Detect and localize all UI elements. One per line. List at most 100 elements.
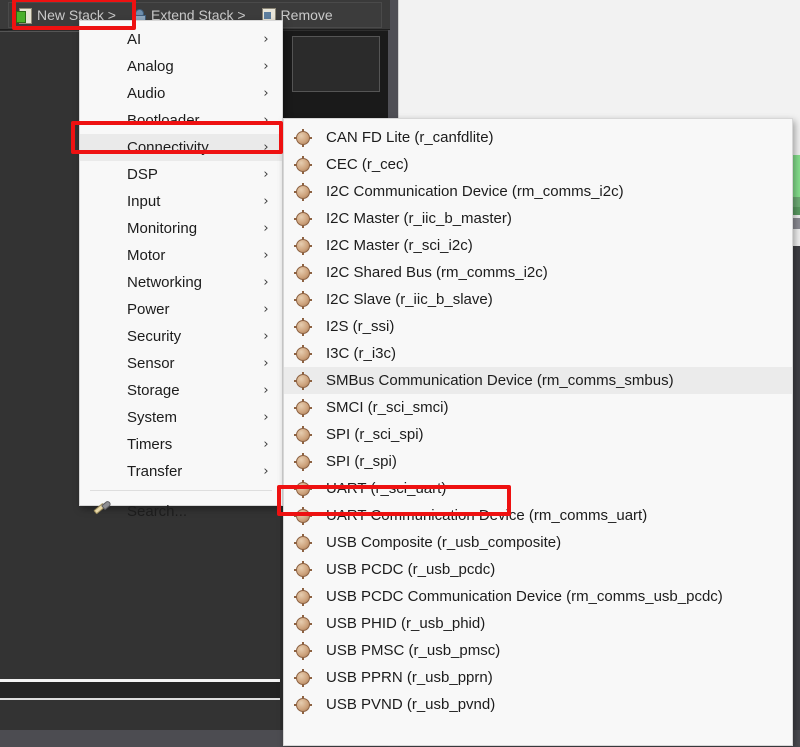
submenu-item-usb-phid-r-usb-phid[interactable]: USB PHID (r_usb_phid) <box>284 610 792 637</box>
submenu-item-label: USB PPRN (r_usb_pprn) <box>326 670 493 685</box>
menu-item-security[interactable]: Security› <box>80 323 282 350</box>
submenu-item-usb-pcdc-r-usb-pcdc[interactable]: USB PCDC (r_usb_pcdc) <box>284 556 792 583</box>
submenu-item-label: USB PVND (r_usb_pvnd) <box>326 697 495 712</box>
submenu-item-i2c-shared-bus-rm-comms-i2c[interactable]: I2C Shared Bus (rm_comms_i2c) <box>284 259 792 286</box>
menu-item-system[interactable]: System› <box>80 404 282 431</box>
menu-item-label: Monitoring <box>80 221 258 236</box>
chevron-right-icon: › <box>258 59 274 74</box>
menu-item-label: AI <box>80 32 258 47</box>
chevron-right-icon: › <box>258 221 274 236</box>
menu-item-dsp[interactable]: DSP› <box>80 161 282 188</box>
menu-item-input[interactable]: Input› <box>80 188 282 215</box>
module-component-icon <box>294 615 312 633</box>
submenu-item-label: USB PCDC Communication Device (rm_comms_… <box>326 589 723 604</box>
submenu-item-can-fd-lite-r-canfdlite[interactable]: CAN FD Lite (r_canfdlite) <box>284 124 792 151</box>
menu-item-label: DSP <box>80 167 258 182</box>
submenu-item-usb-pvnd-r-usb-pvnd[interactable]: USB PVND (r_usb_pvnd) <box>284 691 792 718</box>
menu-item-storage[interactable]: Storage› <box>80 377 282 404</box>
submenu-item-label: SMBus Communication Device (rm_comms_smb… <box>326 373 674 388</box>
stack-node-box[interactable] <box>292 36 380 92</box>
submenu-item-smci-r-sci-smci[interactable]: SMCI (r_sci_smci) <box>284 394 792 421</box>
submenu-item-usb-pcdc-communication-device-rm-comms-usb-pcdc[interactable]: USB PCDC Communication Device (rm_comms_… <box>284 583 792 610</box>
module-component-icon <box>294 561 312 579</box>
module-component-icon <box>294 372 312 390</box>
submenu-item-label: SPI (r_spi) <box>326 454 397 469</box>
module-component-icon <box>294 507 312 525</box>
chevron-right-icon: › <box>258 302 274 317</box>
canvas-band-dark <box>0 682 280 698</box>
menu-item-label: Transfer <box>80 464 258 479</box>
submenu-item-smbus-communication-device-rm-comms-smbus[interactable]: SMBus Communication Device (rm_comms_smb… <box>284 367 792 394</box>
menu-item-label: Connectivity <box>80 140 258 155</box>
menu-item-bootloader[interactable]: Bootloader› <box>80 107 282 134</box>
module-component-icon <box>294 588 312 606</box>
module-component-icon <box>294 129 312 147</box>
new-stack-icon <box>16 7 32 23</box>
submenu-item-label: USB PHID (r_usb_phid) <box>326 616 485 631</box>
submenu-item-i2c-master-r-iic-b-master[interactable]: I2C Master (r_iic_b_master) <box>284 205 792 232</box>
module-component-icon <box>294 642 312 660</box>
module-component-icon <box>294 156 312 174</box>
submenu-item-label: I3C (r_i3c) <box>326 346 396 361</box>
module-component-icon <box>294 210 312 228</box>
chevron-right-icon: › <box>258 410 274 425</box>
category-menu[interactable]: AI›Analog›Audio›Bootloader›Connectivity›… <box>79 20 283 506</box>
chevron-right-icon: › <box>258 86 274 101</box>
menu-item-monitoring[interactable]: Monitoring› <box>80 215 282 242</box>
chevron-right-icon: › <box>258 464 274 479</box>
chevron-right-icon: › <box>258 329 274 344</box>
submenu-item-label: I2C Communication Device (rm_comms_i2c) <box>326 184 624 199</box>
submenu-item-i2s-r-ssi[interactable]: I2S (r_ssi) <box>284 313 792 340</box>
menu-item-analog[interactable]: Analog› <box>80 53 282 80</box>
module-component-icon <box>294 345 312 363</box>
submenu-item-i2c-slave-r-iic-b-slave[interactable]: I2C Slave (r_iic_b_slave) <box>284 286 792 313</box>
menu-item-label: Networking <box>80 275 258 290</box>
module-component-icon <box>294 183 312 201</box>
module-component-icon <box>294 534 312 552</box>
submenu-item-usb-pprn-r-usb-pprn[interactable]: USB PPRN (r_usb_pprn) <box>284 664 792 691</box>
module-component-icon <box>294 453 312 471</box>
chevron-right-icon: › <box>258 167 274 182</box>
submenu-item-usb-pmsc-r-usb-pmsc[interactable]: USB PMSC (r_usb_pmsc) <box>284 637 792 664</box>
menu-item-ai[interactable]: AI› <box>80 26 282 53</box>
screen-root: New Stack > Extend Stack > Remove AI›Ana… <box>0 0 800 747</box>
module-component-icon <box>294 696 312 714</box>
chevron-right-icon: › <box>258 194 274 209</box>
menu-item-label: System <box>80 410 258 425</box>
menu-item-label: Audio <box>80 86 258 101</box>
chevron-right-icon: › <box>258 248 274 263</box>
menu-item-audio[interactable]: Audio› <box>80 80 282 107</box>
menu-item-label: Timers <box>80 437 258 452</box>
menu-item-motor[interactable]: Motor› <box>80 242 282 269</box>
submenu-item-label: I2S (r_ssi) <box>326 319 394 334</box>
submenu-item-label: CEC (r_cec) <box>326 157 409 172</box>
menu-item-networking[interactable]: Networking› <box>80 269 282 296</box>
submenu-item-uart-communication-device-rm-comms-uart[interactable]: UART Communication Device (rm_comms_uart… <box>284 502 792 529</box>
chevron-right-icon: › <box>258 113 274 128</box>
chevron-right-icon: › <box>258 275 274 290</box>
menu-item-sensor[interactable]: Sensor› <box>80 350 282 377</box>
canvas-band-lower <box>0 700 280 730</box>
submenu-item-spi-r-spi[interactable]: SPI (r_spi) <box>284 448 792 475</box>
submenu-item-label: I2C Master (r_sci_i2c) <box>326 238 473 253</box>
menu-item-search[interactable]: Search... <box>80 496 282 526</box>
connectivity-submenu[interactable]: CAN FD Lite (r_canfdlite) CEC (r_cec) I2C … <box>283 118 793 746</box>
submenu-item-uart-r-sci-uart[interactable]: UART (r_sci_uart) <box>284 475 792 502</box>
module-component-icon <box>294 291 312 309</box>
submenu-item-i3c-r-i3c[interactable]: I3C (r_i3c) <box>284 340 792 367</box>
module-component-icon <box>294 264 312 282</box>
submenu-item-label: USB PMSC (r_usb_pmsc) <box>326 643 500 658</box>
submenu-item-i2c-communication-device-rm-comms-i2c[interactable]: I2C Communication Device (rm_comms_i2c) <box>284 178 792 205</box>
submenu-item-usb-composite-r-usb-composite[interactable]: USB Composite (r_usb_composite) <box>284 529 792 556</box>
menu-item-timers[interactable]: Timers› <box>80 431 282 458</box>
menu-item-label: Analog <box>80 59 258 74</box>
remove-label: Remove <box>281 7 333 23</box>
menu-separator <box>90 490 272 491</box>
submenu-item-i2c-master-r-sci-i2c[interactable]: I2C Master (r_sci_i2c) <box>284 232 792 259</box>
search-pen-icon <box>94 502 114 520</box>
submenu-item-cec-r-cec[interactable]: CEC (r_cec) <box>284 151 792 178</box>
submenu-item-spi-r-sci-spi[interactable]: SPI (r_sci_spi) <box>284 421 792 448</box>
menu-item-transfer[interactable]: Transfer› <box>80 458 282 485</box>
menu-item-connectivity[interactable]: Connectivity› <box>80 134 282 161</box>
menu-item-power[interactable]: Power› <box>80 296 282 323</box>
